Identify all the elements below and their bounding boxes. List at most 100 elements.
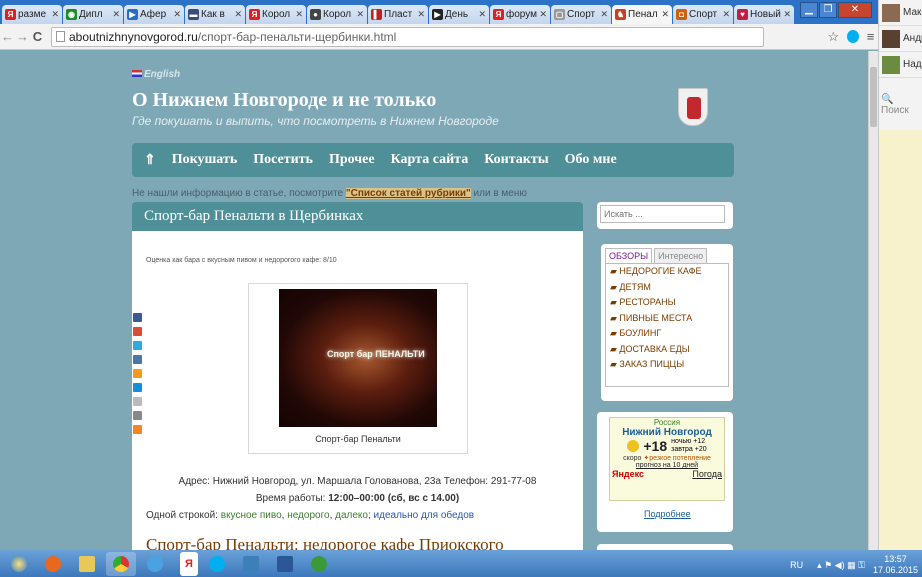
category-item[interactable]: ▰ ДЕТЯМ — [610, 282, 724, 293]
browser-tab[interactable]: ▶ Афер ✕ — [124, 5, 184, 24]
menu-icon[interactable]: ≡ — [863, 29, 878, 44]
browser-tab[interactable]: Яразме ✕ — [2, 5, 62, 24]
forecast-link[interactable]: прогноз на 10 дней — [610, 462, 724, 469]
category-item[interactable]: ▰ БОУЛИНГ — [610, 328, 724, 339]
browser-tab[interactable]: ▢ Спорт ✕ — [551, 5, 611, 24]
url-field[interactable]: aboutnizhnynovgorod.ru/спорт-бар-пенальт… — [51, 26, 764, 47]
menu-item-sitemap[interactable]: Карта сайта — [391, 152, 469, 168]
photo-sign: Спорт бар ПЕНАЛЬТИ — [327, 349, 425, 359]
tab-close-icon[interactable]: ✕ — [234, 9, 242, 20]
tab-close-icon[interactable]: ✕ — [356, 9, 364, 20]
language-link[interactable]: English — [132, 69, 180, 80]
firefox-icon[interactable] — [38, 552, 68, 576]
odnoklassniki-icon[interactable] — [133, 369, 142, 378]
app-icon[interactable] — [236, 552, 266, 576]
tab-favicon-icon: ♞ — [615, 9, 626, 20]
tray-icons[interactable]: ▴ ⚑ ◀) ▦ ⚿ — [817, 560, 865, 571]
skype-icon[interactable] — [846, 30, 859, 43]
skype-taskbar-icon[interactable] — [202, 552, 232, 576]
bar-photo[interactable]: Спорт бар ПЕНАЛЬТИ — [279, 289, 437, 427]
browser-tab[interactable]: ♥ Новый ✕ — [734, 5, 794, 24]
tab-label: Новый — [750, 9, 781, 20]
tab-close-icon[interactable]: ✕ — [173, 9, 181, 20]
menu-item-visit[interactable]: Посетить — [253, 152, 313, 168]
word-icon[interactable] — [270, 552, 300, 576]
tab-close-icon[interactable]: ✕ — [478, 9, 486, 20]
tab-strip: Яразме ✕ ◉ Дипл ✕ ▶ Афер ✕ ▬ Как в ✕ Я Корол ✕ ● Корол ✕… — [0, 0, 922, 24]
twitter-icon[interactable] — [133, 341, 142, 350]
browser-tab[interactable]: ▬ Как в ✕ — [185, 5, 245, 24]
contact-item[interactable]: Над — [879, 52, 922, 78]
tab-close-icon[interactable]: ✕ — [539, 9, 547, 20]
scrollbar[interactable] — [868, 51, 878, 550]
facebook-icon[interactable] — [133, 313, 142, 322]
category-item[interactable]: ▰ РЕСТОРАНЫ — [610, 297, 724, 308]
contact-item[interactable]: Андр — [879, 26, 922, 52]
tab-interesting[interactable]: Интересно — [654, 248, 708, 263]
tab-close-icon[interactable]: ✕ — [417, 9, 425, 20]
tab-close-icon[interactable]: ✕ — [600, 9, 608, 20]
browser-tab[interactable]: ● Корол ✕ — [307, 5, 367, 24]
tag-link[interactable]: недорого — [287, 510, 329, 521]
browser-tab[interactable]: ◉ Дипл ✕ — [63, 5, 123, 24]
close-window-button[interactable]: ✕ — [838, 2, 872, 18]
email-icon[interactable] — [133, 397, 142, 406]
print-icon[interactable] — [133, 411, 142, 420]
panel-search[interactable]: 🔍Поиск — [879, 78, 922, 116]
home-icon[interactable]: ⇑ — [144, 152, 156, 169]
category-item[interactable]: ▰ НЕДОРОГИЕ КАФЕ — [610, 266, 724, 277]
pogoda-link[interactable]: Погода — [692, 469, 722, 479]
article-heading: Спорт-бар Пенальти: недорогое кафе Приок… — [146, 535, 504, 550]
media-player-icon[interactable] — [140, 552, 170, 576]
tag-link[interactable]: идеально для обедов — [374, 510, 475, 521]
tab-label: Спорт — [567, 9, 596, 20]
menu-item-about[interactable]: Обо мне — [565, 152, 617, 168]
weather-informer[interactable]: Россия Нижний Новгород +18 ночью +12 завт… — [609, 417, 725, 501]
tab-close-icon[interactable]: ✕ — [783, 9, 791, 20]
search-input[interactable] — [600, 205, 725, 223]
browser-tab[interactable]: ◘ Спорт ✕ — [673, 5, 733, 24]
maximize-button[interactable]: ❐ — [819, 2, 837, 18]
menu-item-contacts[interactable]: Контакты — [484, 152, 548, 168]
google-plus-icon[interactable] — [133, 327, 142, 336]
rss-icon[interactable] — [133, 425, 142, 434]
menu-item-other[interactable]: Прочее — [329, 152, 375, 168]
more-link[interactable]: Подробнее — [644, 509, 691, 519]
tab-close-icon[interactable]: ✕ — [112, 9, 120, 20]
yandex-icon[interactable]: Я — [180, 551, 198, 576]
category-item[interactable]: ▰ ДОСТАВКА ЕДЫ — [610, 344, 724, 355]
tab-close-icon[interactable]: ✕ — [661, 9, 669, 20]
browser-tab[interactable]: Я Корол ✕ — [246, 5, 306, 24]
site-title[interactable]: О Нижнем Новгороде и не только — [132, 89, 436, 112]
reload-button[interactable]: C — [30, 29, 45, 44]
tab-favicon-icon: ▬ — [188, 9, 199, 20]
language-indicator[interactable]: RU — [790, 560, 803, 570]
browser-tab[interactable]: ♞ Пенал ✕ — [612, 5, 672, 24]
tab-reviews[interactable]: ОБЗОРЫ — [605, 248, 653, 263]
tag-link[interactable]: далеко — [335, 510, 368, 521]
tag-link[interactable]: вкусное пиво — [221, 510, 282, 521]
browser-tab[interactable]: ▶ День ✕ — [429, 5, 489, 24]
chrome-icon[interactable] — [106, 551, 136, 576]
tab-close-icon[interactable]: ✕ — [51, 9, 59, 20]
mailru-icon[interactable] — [133, 383, 142, 392]
browser-tab[interactable]: ▌ Пласт ✕ — [368, 5, 428, 24]
category-item[interactable]: ▰ ЗАКАЗ ПИЦЦЫ — [610, 359, 724, 370]
article-list-link[interactable]: "Список статей рубрики" — [345, 188, 471, 199]
minimize-button[interactable]: ▁ — [800, 2, 818, 18]
forward-button[interactable]: → — [15, 29, 30, 44]
tab-close-icon[interactable]: ✕ — [295, 9, 303, 20]
back-button[interactable]: ← — [0, 29, 15, 44]
contact-item[interactable]: Мак — [879, 0, 922, 26]
clock[interactable]: 13:57 17.06.2015 — [873, 554, 918, 576]
category-item[interactable]: ▰ ПИВНЫЕ МЕСТА — [610, 313, 724, 324]
tab-close-icon[interactable]: ✕ — [722, 9, 730, 20]
star-icon[interactable]: ☆ — [826, 29, 841, 45]
menu-item-eat[interactable]: Покушать — [172, 152, 238, 168]
explorer-icon[interactable] — [72, 552, 102, 576]
vk-icon[interactable] — [133, 355, 142, 364]
stats-icon[interactable] — [304, 552, 334, 576]
scrollbar-thumb[interactable] — [870, 67, 877, 127]
start-button[interactable] — [4, 552, 34, 576]
browser-tab[interactable]: Яфорум ✕ — [490, 5, 550, 24]
